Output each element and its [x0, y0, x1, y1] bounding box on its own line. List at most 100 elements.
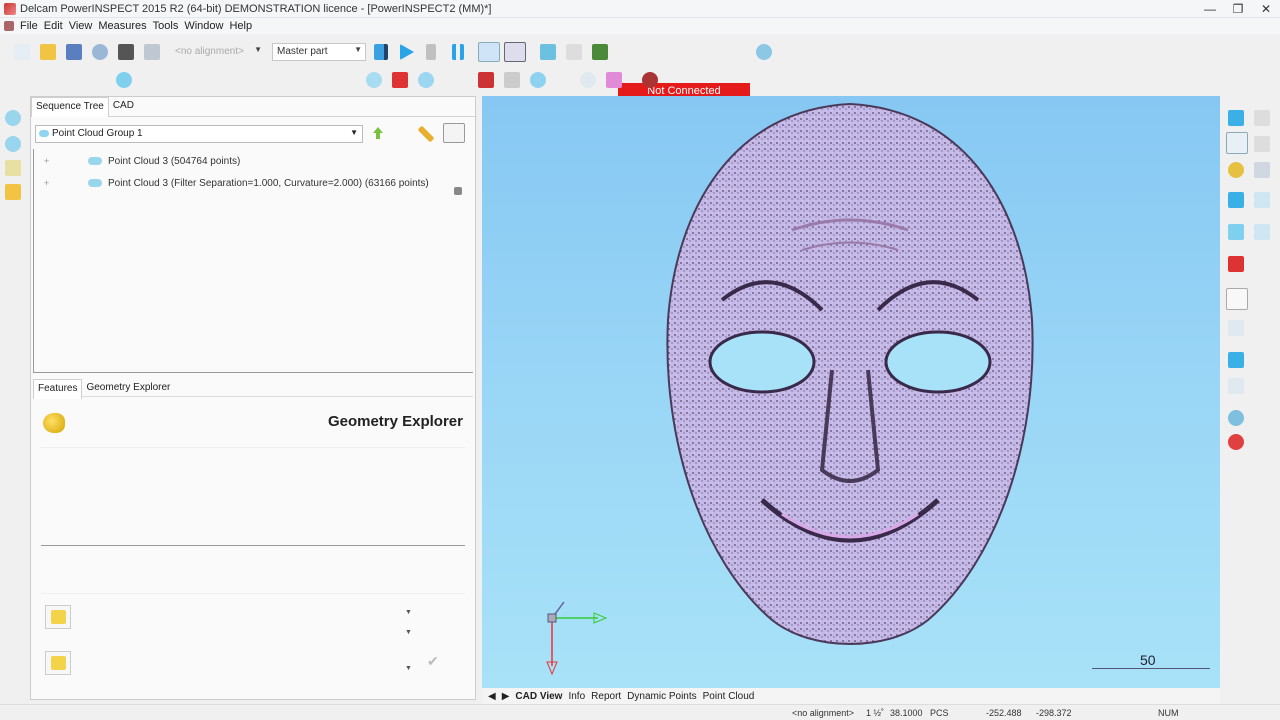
zoom-box-icon[interactable]	[1254, 136, 1270, 152]
target-icon[interactable]	[1228, 410, 1244, 426]
open-folder-icon[interactable]	[40, 44, 56, 60]
section-view-icon[interactable]	[1228, 256, 1244, 272]
view-icon[interactable]	[1254, 162, 1270, 178]
check-icon[interactable]: ✔	[427, 653, 439, 670]
zoom-icon[interactable]	[1226, 132, 1248, 154]
status-y: -298.372	[1036, 708, 1072, 718]
wireframe-icon[interactable]	[1254, 224, 1270, 240]
menu-help[interactable]: Help	[229, 20, 252, 32]
part-select[interactable]: Master part ▼	[272, 43, 366, 61]
list-icon[interactable]	[1228, 378, 1244, 394]
play-icon[interactable]	[400, 44, 414, 60]
tree-row-label: Point Cloud 3 (Filter Separation=1.000, …	[108, 177, 429, 189]
step-icon[interactable]	[426, 44, 436, 60]
tree-row[interactable]: + Point Cloud 3 (Filter Separation=1.000…	[34, 175, 429, 191]
add-feature-button[interactable]	[45, 651, 71, 675]
cloud-icon[interactable]	[5, 110, 21, 126]
properties-icon[interactable]	[443, 123, 465, 143]
shaded-icon[interactable]	[1228, 224, 1244, 240]
tab-dynamic-points[interactable]: Dynamic Points	[627, 691, 696, 702]
cloud-filter-icon[interactable]	[418, 72, 434, 88]
status-unit: 1 ½˚	[866, 708, 885, 718]
search-icon[interactable]	[92, 44, 108, 60]
point-cloud-group-select[interactable]: Point Cloud Group 1 ▼	[35, 125, 363, 143]
pin-icon[interactable]	[642, 72, 658, 88]
probe-icon[interactable]	[144, 44, 160, 60]
iso-view-icon[interactable]	[1228, 192, 1244, 208]
zoom-fit-icon[interactable]	[1228, 110, 1244, 126]
marker-icon[interactable]	[1228, 434, 1244, 450]
step-forward-icon[interactable]	[374, 44, 388, 60]
filter-icon[interactable]	[1228, 352, 1244, 368]
alignment-select[interactable]: <no alignment> ▼	[170, 43, 266, 61]
close-button[interactable]: ✕	[1252, 0, 1280, 18]
cloud-toggle-icon[interactable]	[478, 42, 500, 62]
pencil-icon[interactable]	[417, 125, 435, 143]
tab-report[interactable]: Report	[591, 691, 621, 702]
menu-view[interactable]: View	[69, 20, 93, 32]
geometry-icon[interactable]	[5, 184, 21, 200]
pan-icon[interactable]	[1254, 110, 1270, 126]
restore-button[interactable]: ❐	[1224, 0, 1252, 18]
point-cloud-icon[interactable]	[116, 72, 132, 88]
device-icon[interactable]	[592, 44, 608, 60]
chevron-down-icon[interactable]: ▼	[405, 665, 412, 672]
cad-viewport[interactable]: 50	[482, 96, 1220, 688]
clip-icon[interactable]	[392, 72, 408, 88]
pin-icon[interactable]	[454, 187, 462, 195]
box-icon[interactable]	[504, 72, 520, 88]
scale-label: 50	[1140, 652, 1156, 668]
menu-window[interactable]: Window	[184, 20, 223, 32]
import-icon[interactable]	[504, 42, 526, 62]
tab-cad-view[interactable]: CAD View	[515, 691, 562, 702]
tab-sequence-tree[interactable]: Sequence Tree	[31, 97, 109, 117]
cloud-group-icon[interactable]	[5, 136, 21, 152]
bottom-tabs: Features Geometry Explorer	[33, 379, 473, 399]
tab-cad[interactable]: CAD	[109, 97, 138, 117]
menu-edit[interactable]: Edit	[44, 20, 63, 32]
tab-scroll-right-icon[interactable]: ▶	[502, 691, 510, 702]
status-value: 38.1000	[890, 708, 923, 718]
surface-icon[interactable]	[530, 72, 546, 88]
tab-info[interactable]: Info	[568, 691, 585, 702]
print-icon[interactable]	[118, 44, 134, 60]
expand-icon[interactable]: +	[44, 178, 56, 188]
new-icon[interactable]	[14, 44, 30, 60]
top-view-icon[interactable]	[1254, 192, 1270, 208]
chevron-down-icon[interactable]: ▼	[405, 629, 412, 636]
menu-measures[interactable]: Measures	[98, 20, 146, 32]
add-geometry-button[interactable]	[45, 605, 71, 629]
tab-features[interactable]: Features	[33, 379, 83, 399]
minimize-button[interactable]: —	[1196, 0, 1224, 18]
tree-row[interactable]: + Point Cloud 3 (504764 points)	[34, 153, 240, 169]
save-icon[interactable]	[66, 44, 82, 60]
pause-icon[interactable]	[452, 44, 464, 60]
tab-geometry-explorer[interactable]: Geometry Explorer	[82, 379, 174, 399]
menu-tools[interactable]: Tools	[153, 20, 179, 32]
chevron-down-icon[interactable]: ▼	[405, 609, 412, 616]
status-x: -252.488	[986, 708, 1022, 718]
probe-device-icon[interactable]	[540, 44, 556, 60]
group-select-value: Point Cloud Group 1	[52, 128, 143, 139]
expand-icon[interactable]: +	[44, 156, 56, 166]
left-tool-strip	[0, 96, 26, 700]
tab-point-cloud[interactable]: Point Cloud	[703, 691, 755, 702]
colour-map-icon[interactable]	[606, 72, 622, 88]
axis-triad	[546, 601, 608, 676]
rotate-icon[interactable]	[1228, 162, 1244, 178]
section-icon[interactable]	[478, 72, 494, 88]
chevron-down-icon: ▼	[254, 45, 262, 54]
connect-icon[interactable]	[756, 44, 772, 60]
cloud-view-icon[interactable]	[366, 72, 382, 88]
mesh-icon[interactable]	[580, 72, 596, 88]
tab-scroll-left-icon[interactable]: ◀	[488, 691, 496, 702]
measure-arm-icon[interactable]	[566, 44, 582, 60]
colour-points-icon[interactable]	[1226, 288, 1248, 310]
menu-file[interactable]: File	[20, 20, 38, 32]
probe-view-icon[interactable]	[1228, 320, 1244, 336]
right-view-toolbar	[1222, 96, 1280, 700]
secondary-toolbar	[0, 70, 1280, 92]
window-title: Delcam PowerINSPECT 2015 R2 (64-bit) DEM…	[20, 2, 492, 15]
move-up-icon[interactable]	[373, 127, 383, 139]
curve-icon[interactable]	[5, 160, 21, 176]
